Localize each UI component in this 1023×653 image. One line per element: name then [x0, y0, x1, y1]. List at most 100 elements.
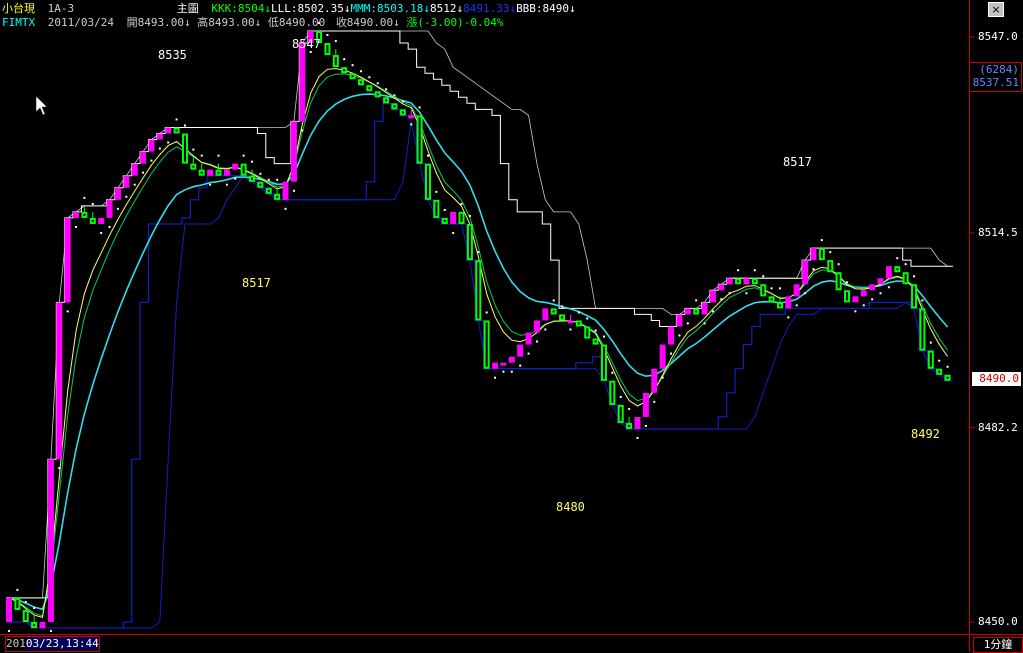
candle-body-down — [693, 308, 700, 315]
marker-dot — [795, 304, 798, 307]
marker-dot — [150, 159, 153, 162]
marker-dot — [577, 311, 580, 314]
cursor-price: 8537.51 — [972, 76, 1019, 89]
price-info-box: (6284) 8537.51 — [969, 62, 1022, 92]
marker-dot — [544, 328, 547, 331]
marker-dot — [368, 76, 371, 79]
marker-dot — [904, 263, 907, 266]
candle-body-down — [483, 320, 490, 369]
marker-dot — [477, 251, 480, 254]
candle-body-down — [374, 91, 381, 98]
marker-dot — [720, 298, 723, 301]
candle-body-up — [6, 597, 12, 622]
marker-dot — [326, 34, 329, 37]
marker-dot — [879, 292, 882, 295]
marker-dot — [33, 606, 36, 609]
marker-dot — [276, 178, 279, 181]
indicator-value: 8512↓ — [429, 2, 464, 15]
candle-body-up — [290, 121, 297, 182]
candle-body-up — [659, 344, 666, 369]
candle-body-up — [542, 308, 549, 321]
marker-dot — [737, 269, 740, 272]
candle-body-down — [240, 163, 247, 176]
candlesticks — [6, 30, 951, 629]
chart-annotation: 8492 — [911, 427, 940, 441]
candle-body-down — [441, 217, 448, 224]
candle-body-down — [274, 193, 281, 200]
chart-annotation: 8535 — [158, 48, 187, 62]
candle-body-up — [106, 199, 113, 218]
marker-dot — [946, 365, 949, 368]
candle-body-down — [341, 67, 348, 74]
marker-dots — [8, 21, 949, 639]
marker-dot — [653, 400, 656, 403]
marker-dot — [887, 286, 890, 289]
marker-dot — [225, 183, 228, 186]
candle-body-up — [39, 622, 46, 629]
candle-body-up — [651, 368, 658, 393]
quote-date: 2011/03/24 — [47, 16, 114, 29]
marker-dot — [644, 424, 647, 427]
candle-body-down — [584, 326, 591, 339]
marker-dot — [217, 154, 220, 157]
marker-dot — [292, 189, 295, 192]
high-value: 高8493.00↓ — [197, 16, 262, 29]
marker-dot — [837, 263, 840, 266]
candle-body-down — [399, 109, 406, 116]
marker-dot — [561, 305, 564, 308]
marker-dot — [552, 299, 555, 302]
candle-body-up — [684, 308, 691, 315]
marker-dot — [619, 395, 622, 398]
marker-dot — [535, 340, 538, 343]
candle-body-down — [357, 79, 364, 86]
candle-body-down — [844, 290, 850, 303]
candle-body-down — [433, 199, 440, 218]
marker-dot — [871, 298, 874, 301]
candle-body-up — [299, 43, 306, 122]
candle-body-up — [793, 284, 800, 297]
close-value: 收8490.00↓ — [335, 16, 400, 29]
marker-dot — [494, 376, 497, 379]
envelope-lines — [6, 30, 953, 629]
marker-dot — [670, 352, 673, 355]
candle-body-up — [517, 344, 524, 357]
marker-dot — [443, 208, 446, 211]
lower-envelope-line — [6, 102, 953, 629]
candle-body-up — [56, 302, 63, 460]
interval-selector[interactable]: 1分鐘 — [973, 637, 1023, 653]
marker-dot — [921, 299, 924, 302]
candle-body-up — [73, 211, 80, 218]
marker-dot — [913, 275, 916, 278]
candle-body-up — [785, 296, 792, 309]
candle-body-up — [47, 459, 54, 622]
candle-body-down — [818, 248, 825, 261]
period-label: 1A-3 — [47, 2, 75, 15]
marker-dot — [762, 275, 765, 278]
candle-body-down — [609, 380, 616, 405]
candle-body-down — [559, 314, 566, 321]
indicator-value: LLL:8502.35↓ — [270, 2, 351, 15]
candle-body-down — [575, 320, 582, 327]
candle-body-up — [508, 356, 515, 363]
candle-body-up — [885, 266, 892, 279]
candle-body-up — [223, 169, 230, 176]
candle-body-up — [860, 290, 867, 297]
candle-body-down — [89, 217, 96, 224]
chart-frame — [0, 0, 1023, 652]
marker-dot — [594, 329, 597, 332]
marker-dot — [393, 94, 396, 97]
marker-dot — [586, 317, 589, 320]
marker-dot — [351, 64, 354, 67]
indicator-header: 小台現 1A-3 主圖 KKK:8504↓LLL:8502.35↓MMM:850… — [2, 2, 576, 15]
candle-body-down — [215, 169, 222, 176]
candle-body-down — [735, 278, 742, 285]
marker-dot — [661, 376, 664, 379]
candle-body-down — [173, 127, 180, 134]
chart-annotation: 8547 — [292, 37, 321, 51]
marker-dot — [334, 40, 337, 43]
mouse-cursor — [35, 95, 48, 116]
indicator-value: MMM:8503.18↓ — [350, 2, 430, 15]
candle-body-down — [911, 284, 918, 309]
marker-dot — [753, 269, 756, 272]
marker-dot — [846, 281, 848, 284]
